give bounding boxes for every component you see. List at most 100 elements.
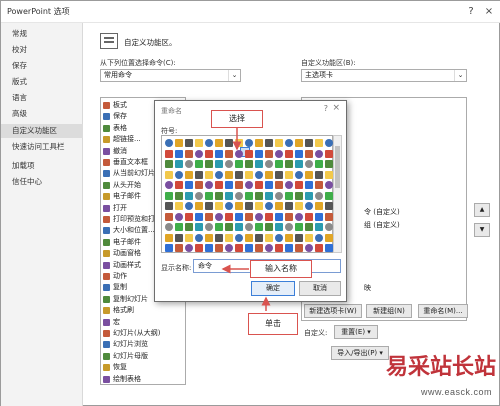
- symbol-icon[interactable]: [205, 181, 213, 189]
- symbol-icon[interactable]: [195, 139, 203, 147]
- symbol-icon[interactable]: [275, 191, 283, 200]
- symbol-icon[interactable]: [235, 244, 243, 252]
- symbol-icon[interactable]: [165, 223, 173, 231]
- symbol-icon[interactable]: [225, 244, 233, 252]
- symbol-icon[interactable]: [215, 191, 223, 200]
- command-list-item[interactable]: 动画窗格: [101, 249, 141, 258]
- symbol-icon[interactable]: [165, 149, 173, 158]
- symbol-icon[interactable]: [325, 160, 333, 168]
- symbol-icon[interactable]: [285, 212, 293, 221]
- symbol-icon[interactable]: [215, 202, 223, 210]
- command-list-item[interactable]: 打印预览和打印: [101, 215, 162, 224]
- symbol-icon[interactable]: [295, 181, 303, 189]
- symbol-icon[interactable]: [315, 244, 323, 252]
- symbol-icon[interactable]: [205, 160, 213, 168]
- symbol-icon[interactable]: [315, 233, 323, 242]
- symbol-icon[interactable]: [245, 149, 253, 158]
- symbol-icon[interactable]: [285, 181, 293, 189]
- symbol-icon[interactable]: [235, 160, 243, 168]
- symbol-icon[interactable]: [205, 244, 213, 252]
- command-list-item[interactable]: 从当前幻灯片: [101, 169, 155, 178]
- symbol-icon[interactable]: [215, 223, 223, 231]
- nav-item-customize-ribbon[interactable]: 自定义功能区: [1, 124, 83, 138]
- symbol-icon[interactable]: [225, 212, 233, 221]
- symbol-icon[interactable]: [265, 202, 273, 210]
- symbol-icon[interactable]: [255, 170, 263, 179]
- import-export-button[interactable]: 导入/导出(P) ▾: [331, 346, 389, 360]
- symbol-icon[interactable]: [165, 244, 173, 252]
- customize-ribbon-combo[interactable]: 主选项卡 ⌄: [301, 69, 467, 82]
- symbol-icon[interactable]: [295, 149, 303, 158]
- symbol-icon[interactable]: [315, 149, 323, 158]
- ribbon-tree-item[interactable]: 组 (自定义): [364, 221, 400, 230]
- ribbon-tree-item[interactable]: 令 (自定义): [364, 208, 400, 217]
- symbol-icon[interactable]: [295, 223, 303, 231]
- nav-item-add-ins[interactable]: 加载项: [1, 159, 83, 173]
- symbol-icon[interactable]: [195, 202, 203, 210]
- symbol-icon[interactable]: [285, 233, 293, 242]
- symbol-icon[interactable]: [275, 170, 283, 179]
- symbol-icon[interactable]: [195, 223, 203, 231]
- symbol-icon[interactable]: [265, 181, 273, 189]
- symbol-icon[interactable]: [175, 202, 183, 210]
- dialog-close-button[interactable]: ×: [332, 103, 340, 113]
- help-button[interactable]: ?: [463, 4, 479, 20]
- symbol-icon[interactable]: [235, 139, 243, 147]
- symbol-icon[interactable]: [175, 181, 183, 189]
- symbol-icon[interactable]: [205, 202, 213, 210]
- nav-item-language[interactable]: 语言: [1, 91, 83, 105]
- command-list-item[interactable]: 打开: [101, 204, 127, 213]
- command-list-item[interactable]: 电子邮件: [101, 238, 141, 247]
- symbol-icon[interactable]: [325, 181, 333, 189]
- symbol-icon[interactable]: [255, 139, 263, 147]
- close-button[interactable]: ×: [481, 4, 497, 20]
- symbol-icon[interactable]: [175, 244, 183, 252]
- new-tab-button[interactable]: 新建选项卡(W): [304, 304, 362, 318]
- dialog-help-button[interactable]: ?: [324, 104, 328, 113]
- symbol-icon[interactable]: [225, 149, 233, 158]
- symbol-icon[interactable]: [245, 244, 253, 252]
- symbol-icon[interactable]: [185, 212, 193, 221]
- symbol-icon[interactable]: [195, 244, 203, 252]
- command-list-item[interactable]: 恢复: [101, 363, 127, 372]
- symbol-icon[interactable]: [245, 233, 253, 242]
- symbol-icon[interactable]: [315, 202, 323, 210]
- symbol-icon[interactable]: [215, 160, 223, 168]
- nav-item-layout[interactable]: 版式: [1, 75, 83, 89]
- symbol-icon[interactable]: [325, 233, 333, 242]
- new-group-button[interactable]: 新建组(N): [366, 304, 412, 318]
- symbol-icon[interactable]: [245, 170, 253, 179]
- ok-button[interactable]: 确定: [251, 281, 295, 296]
- symbol-icon[interactable]: [285, 244, 293, 252]
- symbol-scrollbar[interactable]: [333, 135, 342, 253]
- symbol-icon[interactable]: [305, 223, 313, 231]
- symbol-icon[interactable]: [215, 233, 223, 242]
- cancel-button[interactable]: 取消: [299, 281, 341, 296]
- symbol-icon[interactable]: [235, 233, 243, 242]
- move-up-button[interactable]: ▲: [474, 203, 490, 217]
- symbol-icon[interactable]: [175, 160, 183, 168]
- symbol-icon[interactable]: [225, 181, 233, 189]
- command-list-item[interactable]: 幻灯片浏览: [101, 340, 148, 349]
- symbol-icon[interactable]: [235, 212, 243, 221]
- symbol-icon[interactable]: [195, 181, 203, 189]
- symbol-icon[interactable]: [205, 139, 213, 147]
- symbol-icon[interactable]: [165, 202, 173, 210]
- symbol-icon[interactable]: [195, 149, 203, 158]
- symbol-icon[interactable]: [295, 244, 303, 252]
- symbol-icon[interactable]: [325, 202, 333, 210]
- symbol-icon[interactable]: [265, 170, 273, 179]
- symbol-icon[interactable]: [185, 191, 193, 200]
- nav-item-proofing[interactable]: 校对: [1, 43, 83, 57]
- symbol-icon[interactable]: [225, 160, 233, 168]
- command-list-item[interactable]: 格式刷: [101, 306, 134, 315]
- command-list-item[interactable]: 绘制表格: [101, 375, 141, 384]
- symbol-icon[interactable]: [185, 160, 193, 168]
- symbol-icon[interactable]: [165, 191, 173, 200]
- command-list-item[interactable]: 超链接...: [101, 135, 141, 144]
- symbol-icon[interactable]: [165, 160, 173, 168]
- symbol-grid[interactable]: [161, 135, 333, 253]
- symbol-icon[interactable]: [315, 191, 323, 200]
- symbol-icon[interactable]: [275, 244, 283, 252]
- symbol-icon[interactable]: [235, 202, 243, 210]
